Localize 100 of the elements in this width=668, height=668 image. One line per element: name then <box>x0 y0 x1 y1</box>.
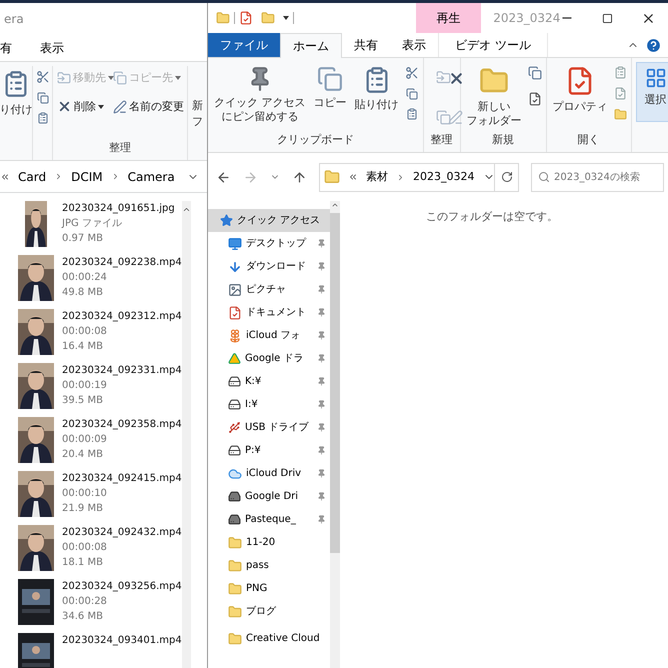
file-detail: 00:00:24 <box>62 271 108 285</box>
file-item[interactable]: 20230324_092238.mp4 00:00:24 49.8 MB <box>16 255 182 301</box>
scissors-icon <box>36 70 50 84</box>
ribbon-button[interactable]: 選択 <box>636 62 668 122</box>
flower-icon <box>228 328 242 342</box>
nav-item[interactable]: ダウンロード <box>208 255 330 278</box>
address-bar[interactable]: 素材 2023_0324 <box>319 162 495 192</box>
nav-item[interactable]: デスクトップ <box>208 232 330 255</box>
download-icon <box>228 260 242 274</box>
cloud-icon <box>228 466 242 480</box>
nav-item[interactable]: Pasteque_ <box>208 508 330 531</box>
search-field[interactable]: 2023_0324の検索 <box>531 162 664 192</box>
rename-icon <box>113 100 127 114</box>
document-icon <box>228 306 242 320</box>
nav-item[interactable]: pass <box>208 554 330 577</box>
ribbon-tab[interactable]: 共有 <box>342 33 390 57</box>
file-name: 20230324_091651.jpg <box>62 202 175 216</box>
scrollbar-thumb[interactable] <box>330 213 340 553</box>
ribbon-tab[interactable]: 表示 <box>390 33 438 57</box>
ribbon-button[interactable]: 新しい フォルダー <box>464 62 524 132</box>
caret-icon <box>175 76 181 80</box>
folder-icon <box>228 632 242 646</box>
contextual-tab-header: 再生 <box>416 3 482 33</box>
file-item[interactable]: 20230324_091651.jpg JPG ファイル 0.97 MB <box>16 201 182 247</box>
ribbon-button[interactable]: 削除 <box>57 98 113 115</box>
nav-item[interactable]: P:¥ <box>208 439 330 462</box>
pin-icon <box>317 262 326 271</box>
pin-icon <box>317 331 326 340</box>
maximize-icon[interactable] <box>602 12 614 24</box>
file-item[interactable]: 20230324_092415.mp4 00:00:10 21.9 MB <box>16 471 182 517</box>
breadcrumb-item[interactable]: DCIM <box>71 168 103 186</box>
ribbon-tab[interactable]: ファイル <box>208 33 280 57</box>
usb-icon <box>228 421 241 434</box>
breadcrumb-item[interactable]: Card <box>18 168 46 186</box>
empty-folder-message: このフォルダーは空です。 <box>426 209 558 225</box>
breadcrumb-item: 2023_0324 <box>413 168 474 185</box>
file-detail: 20.4 MB <box>62 448 104 462</box>
ribbon-tab[interactable]: ビデオ ツール <box>438 33 548 57</box>
search-field[interactable]: 2023_0324の検索 <box>554 170 661 184</box>
ribbon-button[interactable]: プロパティ <box>550 62 610 132</box>
copy-icon <box>317 66 343 92</box>
file-item[interactable]: 20230324_092358.mp4 00:00:09 20.4 MB <box>16 417 182 463</box>
nav-item[interactable]: ドキュメント <box>208 301 330 324</box>
file-name: 20230324_092238.mp4 <box>62 256 182 270</box>
ribbon-button[interactable]: 名前の変更 <box>113 98 193 115</box>
copy-path-icon[interactable] <box>406 88 418 100</box>
folder-icon <box>228 604 242 618</box>
ribbon-button[interactable]: クイック アクセス にピン留めする <box>212 62 308 132</box>
nav-item[interactable]: クイック アクセス <box>208 209 330 232</box>
nav-item[interactable]: ピクチャ <box>208 278 330 301</box>
paste-shortcut-icon <box>36 112 48 124</box>
nav-item[interactable]: I:¥ <box>208 393 330 416</box>
file-item[interactable]: 20230324_093401.mp4 <box>16 633 182 668</box>
up-icon[interactable] <box>292 170 307 184</box>
file-item[interactable]: 20230324_092312.mp4 00:00:08 16.4 MB <box>16 309 182 355</box>
star-icon <box>220 214 233 227</box>
file-item[interactable]: 20230324_092331.mp4 00:00:19 39.5 MB <box>16 363 182 409</box>
nav-item[interactable]: ブログ <box>208 600 330 623</box>
file-detail: 00:00:08 <box>62 541 108 555</box>
nav-item[interactable]: Google Dri <box>208 485 330 508</box>
pin-icon <box>317 423 326 432</box>
drive-icon <box>228 375 241 388</box>
nav-item[interactable]: K:¥ <box>208 370 330 393</box>
window-title: era <box>4 11 24 28</box>
scissors-icon[interactable] <box>404 66 418 80</box>
back-icon[interactable] <box>216 170 231 184</box>
group-label: 新規 <box>492 132 514 148</box>
paste-button[interactable]: り付け <box>0 102 32 118</box>
nav-item[interactable]: PNG <box>208 577 330 600</box>
breadcrumb-item[interactable]: Camera <box>128 168 175 186</box>
nav-item[interactable]: USB ドライブ <box>208 416 330 439</box>
caret-icon <box>98 104 104 109</box>
triangle-icon <box>228 352 241 365</box>
ribbon-tab[interactable]: ホーム <box>280 33 342 58</box>
help-icon[interactable] <box>645 36 662 54</box>
breadcrumb-item: 素材 <box>366 168 388 185</box>
folder-icon <box>324 169 340 185</box>
drive-icon <box>228 398 241 411</box>
refresh-icon[interactable] <box>500 171 512 183</box>
ribbon-tab[interactable]: 有 <box>0 39 12 57</box>
file-item[interactable]: 20230324_093256.mp4 00:00:28 34.6 MB <box>16 579 182 625</box>
file-name: 20230324_093401.mp4 <box>62 634 182 648</box>
nav-item[interactable]: 11-20 <box>208 531 330 554</box>
ribbon-tab[interactable]: 表示 <box>40 39 64 57</box>
nav-item[interactable]: Creative Cloud <box>208 627 330 650</box>
paste-shortcut-icon[interactable] <box>406 108 418 120</box>
ribbon-button[interactable]: 貼り付け <box>352 62 400 132</box>
chevron-right-icon <box>396 172 405 182</box>
pin-icon <box>317 446 326 455</box>
ribbon-label: 新 <box>192 98 203 114</box>
nav-item[interactable]: Google ドラ <box>208 347 330 370</box>
file-name: 20230324_092331.mp4 <box>62 364 182 378</box>
scroll-up-icon[interactable] <box>182 205 191 214</box>
ribbon-button[interactable]: コピー <box>312 62 348 132</box>
file-item[interactable]: 20230324_092432.mp4 00:00:08 18.1 MB <box>16 525 182 571</box>
group-label: クリップボード <box>276 132 354 148</box>
file-detail: 49.8 MB <box>62 286 104 300</box>
scroll-up-icon[interactable] <box>331 201 339 209</box>
nav-item[interactable]: iCloud フォ <box>208 324 330 347</box>
nav-item[interactable]: iCloud Driv <box>208 462 330 485</box>
